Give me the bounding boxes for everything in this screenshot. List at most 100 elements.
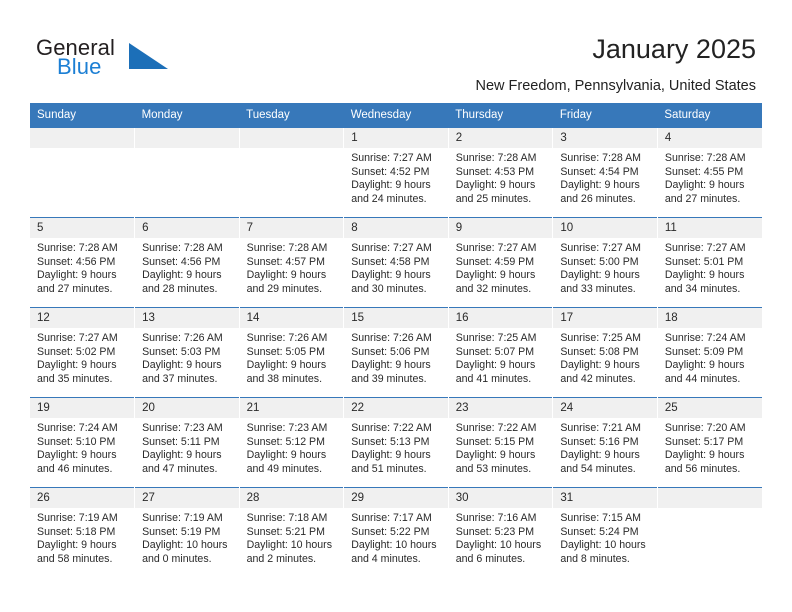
calendar-day-cell[interactable]: 3 Sunrise: 7:28 AM Sunset: 4:54 PM Daylight… bbox=[552, 127, 658, 218]
sunset-time: Sunset: 5:19 PM bbox=[142, 525, 221, 538]
sunset-time: Sunset: 5:15 PM bbox=[455, 435, 535, 448]
calendar-table: Sunday Monday Tuesday Wednesday Thursday… bbox=[30, 103, 762, 578]
daylight-duration-line2: and 2 minutes. bbox=[246, 552, 317, 565]
day-number: 8 bbox=[344, 218, 448, 238]
calendar-day-cell[interactable]: 25 Sunrise: 7:20 AM Sunset: 5:17 PM Dayligh… bbox=[656, 397, 762, 488]
day-sun-info: Sunrise: 7:22 AM Sunset: 5:13 PM Daylight:… bbox=[344, 418, 448, 476]
day-sun-info: Sunrise: 7:28 AM Sunset: 4:54 PM Daylight:… bbox=[553, 148, 657, 206]
sunset-time: Sunset: 5:09 PM bbox=[664, 345, 744, 358]
calendar-day-cell[interactable]: 11 Sunrise: 7:27 AM Sunset: 5:01 PM Dayligh… bbox=[656, 217, 762, 308]
sunrise-time: Sunrise: 7:17 AM bbox=[351, 512, 432, 524]
sunset-time: Sunset: 4:55 PM bbox=[664, 165, 744, 178]
calendar-day-cell[interactable]: 22 Sunrise: 7:22 AM Sunset: 5:13 PM Dayligh… bbox=[343, 397, 449, 488]
daylight-duration-line2: and 56 minutes. bbox=[664, 462, 741, 475]
day-sun-info: Sunrise: 7:27 AM Sunset: 4:59 PM Daylight:… bbox=[449, 238, 553, 296]
sunset-time: Sunset: 4:58 PM bbox=[351, 255, 430, 268]
sunset-time: Sunset: 5:02 PM bbox=[37, 345, 116, 358]
sunrise-time: Sunrise: 7:26 AM bbox=[351, 332, 432, 344]
day-number: 9 bbox=[448, 218, 553, 238]
calendar-day-cell[interactable]: 4 Sunrise: 7:28 AM Sunset: 4:55 PM Daylight… bbox=[656, 127, 762, 218]
daylight-duration-line1: Daylight: 9 hours bbox=[560, 179, 640, 192]
daylight-duration-line2: and 54 minutes. bbox=[560, 462, 636, 475]
daylight-duration-line1: Daylight: 9 hours bbox=[37, 359, 117, 372]
calendar-day-cell[interactable]: 27 Sunrise: 7:19 AM Sunset: 5:19 PM Dayligh… bbox=[134, 487, 240, 578]
daylight-duration-line1: Daylight: 9 hours bbox=[37, 269, 117, 282]
sunrise-time: Sunrise: 7:27 AM bbox=[455, 242, 537, 254]
day-number: 18 bbox=[657, 308, 762, 328]
day-number: 26 bbox=[30, 488, 135, 508]
calendar-day-cell[interactable]: 9 Sunrise: 7:27 AM Sunset: 4:59 PM Daylight… bbox=[447, 217, 553, 308]
daylight-duration-line2: and 8 minutes. bbox=[560, 552, 630, 565]
weekday-header-monday: Monday bbox=[134, 103, 240, 128]
calendar-day-cell[interactable]: 17 Sunrise: 7:25 AM Sunset: 5:08 PM Dayligh… bbox=[552, 307, 658, 398]
calendar-day-cell[interactable]: 18 Sunrise: 7:24 AM Sunset: 5:09 PM Dayligh… bbox=[656, 307, 762, 398]
calendar-day-cell[interactable]: 16 Sunrise: 7:25 AM Sunset: 5:07 PM Dayligh… bbox=[447, 307, 553, 398]
sunset-time: Sunset: 5:16 PM bbox=[560, 435, 639, 448]
daylight-duration-line1: Daylight: 9 hours bbox=[560, 359, 640, 372]
daylight-duration-line2: and 37 minutes. bbox=[142, 372, 218, 385]
day-sun-info: Sunrise: 7:26 AM Sunset: 5:06 PM Daylight:… bbox=[344, 328, 448, 386]
calendar-day-cell[interactable]: 1 Sunrise: 7:27 AM Sunset: 4:52 PM Daylight… bbox=[343, 127, 449, 218]
calendar-day-cell[interactable]: 8 Sunrise: 7:27 AM Sunset: 4:58 PM Daylight… bbox=[343, 217, 449, 308]
daylight-duration-line1: Daylight: 9 hours bbox=[37, 449, 117, 462]
day-sun-info: Sunrise: 7:27 AM Sunset: 5:00 PM Daylight:… bbox=[553, 238, 657, 296]
day-number bbox=[657, 488, 762, 508]
day-sun-info: Sunrise: 7:23 AM Sunset: 5:11 PM Daylight:… bbox=[135, 418, 239, 476]
sunset-time: Sunset: 5:07 PM bbox=[455, 345, 535, 358]
calendar-day-cell[interactable]: 30 Sunrise: 7:16 AM Sunset: 5:23 PM Dayligh… bbox=[447, 487, 553, 578]
day-number: 16 bbox=[448, 308, 553, 328]
daylight-duration-line2: and 47 minutes. bbox=[142, 462, 218, 475]
day-number: 14 bbox=[239, 308, 344, 328]
general-blue-logo[interactable]: General Blue bbox=[36, 36, 236, 84]
calendar-day-cell[interactable]: 28 Sunrise: 7:18 AM Sunset: 5:21 PM Dayligh… bbox=[238, 487, 344, 578]
calendar-day-cell[interactable]: 26 Sunrise: 7:19 AM Sunset: 5:18 PM Dayligh… bbox=[30, 487, 135, 578]
calendar-day-cell[interactable]: 29 Sunrise: 7:17 AM Sunset: 5:22 PM Dayligh… bbox=[343, 487, 449, 578]
day-sun-info: Sunrise: 7:19 AM Sunset: 5:18 PM Daylight:… bbox=[30, 508, 134, 566]
calendar-day-cell[interactable]: 15 Sunrise: 7:26 AM Sunset: 5:06 PM Dayligh… bbox=[343, 307, 449, 398]
calendar-day-cell-empty bbox=[656, 487, 762, 578]
logo-text-blue: Blue bbox=[57, 54, 102, 79]
daylight-duration-line2: and 0 minutes. bbox=[142, 552, 212, 565]
day-sun-info: Sunrise: 7:28 AM Sunset: 4:56 PM Daylight:… bbox=[135, 238, 239, 296]
calendar-day-cell[interactable]: 7 Sunrise: 7:28 AM Sunset: 4:57 PM Daylight… bbox=[238, 217, 344, 308]
daylight-duration-line1: Daylight: 9 hours bbox=[351, 359, 431, 372]
day-number bbox=[239, 128, 344, 148]
calendar-day-cell[interactable]: 2 Sunrise: 7:28 AM Sunset: 4:53 PM Daylight… bbox=[447, 127, 553, 218]
sunrise-time: Sunrise: 7:28 AM bbox=[560, 152, 641, 164]
day-number: 23 bbox=[448, 398, 553, 418]
daylight-duration-line2: and 30 minutes. bbox=[351, 282, 427, 295]
calendar-day-cell[interactable]: 13 Sunrise: 7:26 AM Sunset: 5:03 PM Dayligh… bbox=[134, 307, 240, 398]
sunset-time: Sunset: 4:59 PM bbox=[455, 255, 535, 268]
weekday-header-wednesday: Wednesday bbox=[343, 103, 449, 128]
calendar-day-cell[interactable]: 14 Sunrise: 7:26 AM Sunset: 5:05 PM Dayligh… bbox=[238, 307, 344, 398]
daylight-duration-line2: and 41 minutes. bbox=[455, 372, 532, 385]
calendar-day-cell[interactable]: 5 Sunrise: 7:28 AM Sunset: 4:56 PM Daylight… bbox=[30, 217, 135, 308]
calendar-day-cell-empty bbox=[134, 127, 240, 218]
calendar-day-cell[interactable]: 6 Sunrise: 7:28 AM Sunset: 4:56 PM Daylight… bbox=[134, 217, 240, 308]
sunrise-time: Sunrise: 7:25 AM bbox=[455, 332, 537, 344]
daylight-duration-line2: and 29 minutes. bbox=[246, 282, 323, 295]
calendar-day-cell[interactable]: 19 Sunrise: 7:24 AM Sunset: 5:10 PM Dayligh… bbox=[30, 397, 135, 488]
calendar-day-cell[interactable]: 12 Sunrise: 7:27 AM Sunset: 5:02 PM Dayligh… bbox=[30, 307, 135, 398]
calendar-day-cell[interactable]: 20 Sunrise: 7:23 AM Sunset: 5:11 PM Dayligh… bbox=[134, 397, 240, 488]
calendar-day-cell[interactable]: 10 Sunrise: 7:27 AM Sunset: 5:00 PM Dayligh… bbox=[552, 217, 658, 308]
daylight-duration-line1: Daylight: 9 hours bbox=[142, 449, 222, 462]
day-sun-info: Sunrise: 7:22 AM Sunset: 5:15 PM Daylight:… bbox=[449, 418, 553, 476]
daylight-duration-line2: and 4 minutes. bbox=[351, 552, 421, 565]
calendar-page: General Blue January 2025 New Freedom, P… bbox=[0, 0, 792, 612]
day-sun-info: Sunrise: 7:16 AM Sunset: 5:23 PM Daylight:… bbox=[449, 508, 553, 566]
sunset-time: Sunset: 5:10 PM bbox=[37, 435, 116, 448]
calendar-day-cell[interactable]: 24 Sunrise: 7:21 AM Sunset: 5:16 PM Dayligh… bbox=[552, 397, 658, 488]
daylight-duration-line1: Daylight: 9 hours bbox=[455, 359, 536, 372]
calendar-day-cell[interactable]: 23 Sunrise: 7:22 AM Sunset: 5:15 PM Dayligh… bbox=[447, 397, 553, 488]
daylight-duration-line1: Daylight: 9 hours bbox=[351, 179, 431, 192]
sunrise-time: Sunrise: 7:28 AM bbox=[37, 242, 118, 254]
sunset-time: Sunset: 4:57 PM bbox=[246, 255, 325, 268]
day-sun-info: Sunrise: 7:28 AM Sunset: 4:55 PM Daylight:… bbox=[658, 148, 762, 206]
day-number: 22 bbox=[344, 398, 448, 418]
sunset-time: Sunset: 4:54 PM bbox=[560, 165, 639, 178]
daylight-duration-line2: and 27 minutes. bbox=[37, 282, 113, 295]
daylight-duration-line1: Daylight: 9 hours bbox=[246, 269, 327, 282]
calendar-day-cell[interactable]: 31 Sunrise: 7:15 AM Sunset: 5:24 PM Dayligh… bbox=[552, 487, 658, 578]
calendar-day-cell[interactable]: 21 Sunrise: 7:23 AM Sunset: 5:12 PM Dayligh… bbox=[238, 397, 344, 488]
